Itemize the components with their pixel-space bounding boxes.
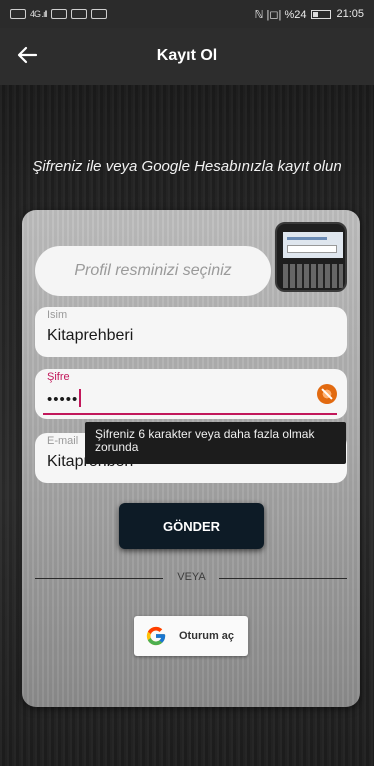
error-icon[interactable] [317, 384, 337, 404]
status-info: ℕ |◻| %24 [254, 8, 307, 21]
notification-icon [70, 9, 87, 19]
signup-tagline: Şifreniz ile veya Google Hesabınızla kay… [32, 158, 342, 175]
password-field-label: Şifre [47, 371, 70, 383]
password-error-tooltip: Şifreniz 6 karakter veya daha fazla olma… [85, 422, 346, 464]
profile-image-preview[interactable] [275, 222, 347, 292]
select-profile-image-button[interactable]: Profil resminizi seçiniz [35, 246, 271, 296]
google-sign-in-button[interactable]: Oturum aç [134, 616, 248, 656]
name-field-label: Isim [47, 309, 68, 321]
status-bar: 4G .ıll ℕ |◻| %24 21:05 [0, 0, 374, 28]
notification-icon [50, 9, 67, 19]
signal-strength: 4G .ıll [30, 9, 47, 19]
password-field-value: ••••• [47, 389, 82, 408]
status-time: 21:05 [336, 8, 364, 20]
divider-text: VEYA [177, 571, 206, 583]
notification-icon [10, 9, 26, 19]
password-field[interactable]: Şifre ••••• [35, 369, 347, 419]
google-button-label: Oturum aç [179, 630, 235, 642]
google-icon [143, 623, 169, 649]
divider-line [35, 578, 163, 579]
mail-icon [90, 9, 107, 19]
page-title: Kayıt Ol [156, 47, 218, 64]
email-field-label: E-mail [47, 435, 79, 447]
name-field-value: Kitaprehberi [47, 327, 134, 344]
divider-line [219, 578, 347, 579]
password-underline [43, 413, 337, 415]
submit-button[interactable]: GÖNDER [119, 503, 264, 549]
app-bar: Kayıt Ol [0, 28, 374, 85]
battery-icon [311, 9, 332, 19]
name-field[interactable]: Isim Kitaprehberi [35, 307, 347, 357]
